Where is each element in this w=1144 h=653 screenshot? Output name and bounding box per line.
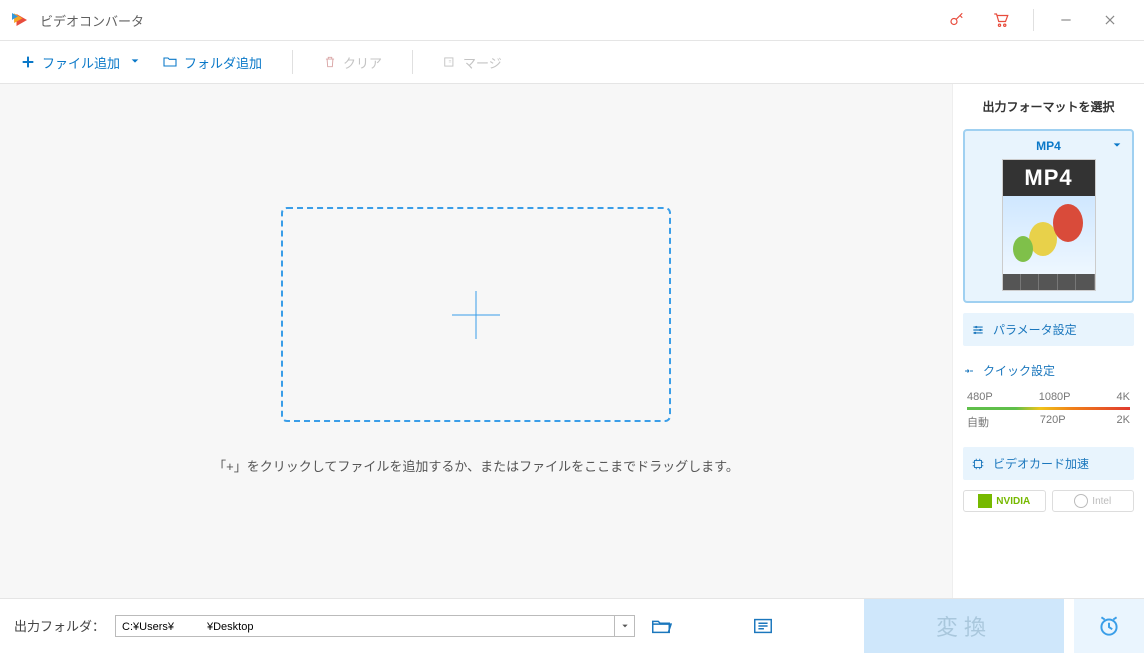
merge-icon <box>443 55 457 69</box>
footer: 出力フォルダ： 変換 <box>0 598 1144 652</box>
format-card: MP4 MP4 <box>963 129 1134 303</box>
parameter-settings-label: パラメータ設定 <box>993 321 1077 338</box>
nvidia-logo-icon <box>978 494 992 508</box>
format-thumb-label: MP4 <box>1003 160 1095 196</box>
plus-icon <box>20 54 36 70</box>
quick-settings-header: クイック設定 <box>963 356 1134 381</box>
intel-badge[interactable]: Intel <box>1052 490 1135 512</box>
gpu-accel-label: ビデオカード加速 <box>993 455 1089 472</box>
dropzone-plus-icon <box>452 291 500 339</box>
titlebar-separator <box>1033 9 1034 31</box>
app-logo-icon <box>12 11 30 29</box>
open-folder-button[interactable] <box>645 615 677 637</box>
gpu-badges: NVIDIA Intel <box>963 490 1134 512</box>
add-file-label: ファイル追加 <box>42 53 120 72</box>
alarm-clock-icon <box>1096 613 1122 639</box>
output-folder-label: 出力フォルダ： <box>14 616 105 635</box>
add-file-dropdown[interactable] <box>130 53 140 71</box>
format-select[interactable]: MP4 <box>969 135 1128 159</box>
trash-icon <box>323 55 337 69</box>
cart-button[interactable] <box>979 0 1023 40</box>
list-icon <box>752 615 774 637</box>
toolbar-sep-2 <box>412 50 413 74</box>
res-1080p: 1080P <box>1039 391 1071 403</box>
clear-button[interactable]: クリア <box>315 47 390 78</box>
res-720p: 720P <box>1040 414 1066 430</box>
add-file-button[interactable]: ファイル追加 <box>12 47 128 78</box>
res-2k: 2K <box>1117 414 1130 430</box>
res-480p: 480P <box>967 391 993 403</box>
schedule-button[interactable] <box>1074 599 1144 653</box>
quick-icon <box>963 365 975 377</box>
output-path-field[interactable] <box>115 615 635 637</box>
titlebar: ビデオコンバータ <box>0 0 1144 40</box>
workspace: 「+」をクリックしてファイルを追加するか、またはファイルをここまでドラッグします… <box>0 84 952 598</box>
sliders-icon <box>971 323 985 337</box>
dropzone-hint: 「+」をクリックしてファイルを追加するか、またはファイルをここまでドラッグします… <box>213 456 739 475</box>
chevron-down-icon <box>1112 139 1122 153</box>
folder-icon <box>162 54 178 70</box>
intel-logo-icon <box>1074 494 1088 508</box>
add-folder-label: フォルダ追加 <box>184 53 262 72</box>
key-button[interactable] <box>935 0 979 40</box>
toolbar-sep-1 <box>292 50 293 74</box>
chip-icon <box>971 457 985 471</box>
sidebar-title: 出力フォーマットを選択 <box>963 98 1134 119</box>
parameter-settings-button[interactable]: パラメータ設定 <box>963 313 1134 346</box>
main: 「+」をクリックしてファイルを追加するか、またはファイルをここまでドラッグします… <box>0 84 1144 598</box>
intel-label: Intel <box>1092 496 1111 507</box>
resolution-slider[interactable]: 480P 1080P 4K 自動 720P 2K <box>963 391 1134 437</box>
app-title: ビデオコンバータ <box>40 11 144 30</box>
dropzone[interactable] <box>281 207 671 422</box>
output-path-input[interactable] <box>116 616 614 636</box>
add-folder-button[interactable]: フォルダ追加 <box>154 47 270 78</box>
nvidia-badge[interactable]: NVIDIA <box>963 490 1046 512</box>
sidebar: 出力フォーマットを選択 MP4 MP4 パラメータ設定 クイック設定 <box>952 84 1144 598</box>
quick-settings-label: クイック設定 <box>983 362 1055 379</box>
folder-open-icon <box>650 615 672 637</box>
merge-label: マージ <box>463 53 502 72</box>
nvidia-label: NVIDIA <box>996 496 1030 507</box>
gpu-accel-button[interactable]: ビデオカード加速 <box>963 447 1134 480</box>
convert-button[interactable]: 変換 <box>864 599 1064 653</box>
convert-label: 変換 <box>936 610 992 642</box>
toolbar: ファイル追加 フォルダ追加 クリア マージ <box>0 40 1144 84</box>
close-button[interactable] <box>1088 0 1132 40</box>
res-auto: 自動 <box>967 414 989 430</box>
res-4k: 4K <box>1117 391 1130 403</box>
output-path-dropdown[interactable] <box>614 616 634 636</box>
minimize-button[interactable] <box>1044 0 1088 40</box>
merge-button[interactable]: マージ <box>435 47 510 78</box>
format-select-label: MP4 <box>1036 139 1061 153</box>
format-thumb: MP4 <box>1002 159 1096 291</box>
clear-label: クリア <box>343 53 382 72</box>
list-button[interactable] <box>747 615 779 637</box>
